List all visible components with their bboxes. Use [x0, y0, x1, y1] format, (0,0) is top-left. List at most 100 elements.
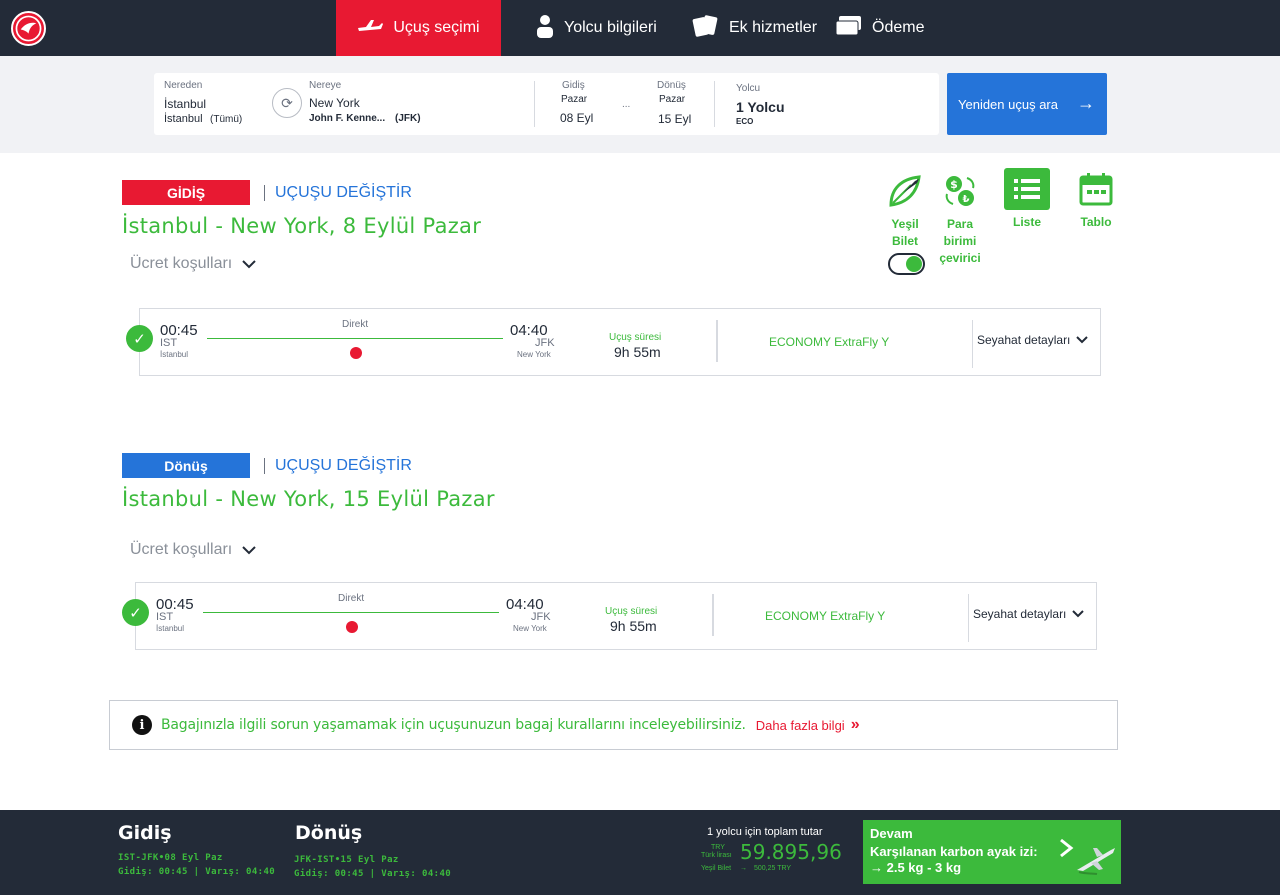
currency-converter-tool[interactable]: $ ₺ Para birimi çevirici — [936, 170, 984, 267]
top-navigation: Uçuş seçimi Yolcu bilgileri Ek hizmetler… — [0, 0, 1280, 56]
credit-card-icon — [835, 15, 862, 41]
person-icon — [536, 14, 554, 43]
arrival-city: New York — [513, 624, 547, 633]
departure-code: IST — [160, 337, 178, 349]
outbound-summary-route: IST-JFK•08 Eyl Paz — [118, 853, 223, 863]
departure-city: İstanbul — [160, 350, 189, 359]
step-passenger-info[interactable]: Yolcu bilgileri — [536, 0, 657, 56]
currency-name: Türk lirası — [701, 852, 732, 859]
duration-label: Uçuş süresi — [609, 332, 662, 343]
research-flights-button[interactable]: Yeniden uçuş ara → — [947, 73, 1107, 135]
from-city: İstanbul — [164, 97, 207, 111]
step-label: Uçuş seçimi — [393, 19, 480, 36]
fare-conditions-toggle-outbound[interactable]: Ücret koşulları — [130, 255, 256, 273]
svg-text:$: $ — [950, 178, 958, 191]
arrow-right-icon: → — [740, 865, 747, 872]
change-flight-link-return[interactable]: UÇUŞU DEĞİŞTİR — [264, 458, 412, 474]
carbon-value-row: → 2.5 kg - 3 kg — [870, 860, 962, 875]
info-icon: i — [132, 715, 152, 735]
currency-label-3: çevirici — [939, 251, 981, 265]
plane-icon — [357, 19, 384, 38]
table-view-button[interactable]: Tablo — [1072, 168, 1120, 231]
travel-details-toggle[interactable]: Seyahat detayları — [977, 333, 1089, 347]
toggle-knob — [906, 256, 922, 272]
step-extra-services[interactable]: Ek hizmetler — [691, 0, 817, 56]
plane-icon — [1077, 848, 1115, 875]
search-summary-box[interactable]: Nereden İstanbul İstanbul (Tümü) ⟳ Nerey… — [154, 73, 939, 135]
list-icon — [1004, 168, 1050, 210]
arrival-code: JFK — [535, 337, 555, 349]
list-view-button[interactable]: Liste — [1003, 168, 1051, 231]
continue-label: Devam — [870, 826, 913, 841]
total-price: 59.895,96 — [740, 840, 842, 864]
tickets-icon — [691, 14, 719, 43]
booking-summary-footer: Gidiş IST-JFK•08 Eyl Paz Gidiş: 00:45 | … — [0, 810, 1280, 895]
baggage-info-text: Bagajınızla ilgili sorun yaşamamak için … — [161, 717, 746, 733]
baggage-info-banner: i Bagajınızla ilgili sorun yaşamamak içi… — [109, 700, 1118, 750]
return-date[interactable]: 15 Eyl — [658, 112, 691, 126]
route-line — [203, 612, 499, 613]
departure-date[interactable]: 08 Eyl — [560, 111, 593, 125]
calendar-icon — [1073, 168, 1119, 210]
duration-value: 9h 55m — [614, 344, 661, 360]
list-label: Liste — [1012, 215, 1041, 229]
currency-label-2: birimi — [943, 234, 977, 248]
arrow-right-icon: → — [1077, 93, 1095, 113]
continue-button[interactable]: Devam Karşılanan karbon ayak izi: → 2.5 … — [863, 820, 1121, 884]
outbound-summary-times: Gidiş: 00:45 | Varış: 04:40 — [118, 867, 276, 877]
swap-icon: ⟳ — [281, 94, 293, 111]
green-ticket-toggle[interactable] — [888, 253, 925, 275]
step-flight-selection[interactable]: Uçuş seçimi — [336, 0, 501, 56]
chevron-down-icon — [1076, 333, 1089, 347]
currency-label-1: Para — [946, 217, 974, 231]
return-summary-route: JFK-IST•15 Eyl Paz — [294, 855, 399, 865]
travel-details-toggle[interactable]: Seyahat detayları — [973, 607, 1085, 621]
duration-value: 9h 55m — [610, 618, 657, 634]
green-ticket-label-2: Bilet — [891, 234, 918, 248]
leaf-plane-icon — [882, 170, 928, 212]
return-title: İstanbul - New York, 15 Eylül Pazar — [122, 487, 495, 511]
fare-conditions-toggle-return[interactable]: Ücret koşulları — [130, 541, 256, 559]
arrival-code: JFK — [531, 611, 551, 623]
check-icon: ✓ — [122, 599, 149, 626]
passenger-count[interactable]: 1 Yolcu — [736, 99, 785, 115]
step-label: Yolcu bilgileri — [564, 19, 657, 36]
chevron-down-icon — [1072, 607, 1085, 621]
airline-icon — [350, 347, 362, 359]
more-info-link[interactable]: Daha fazla bilgi — [756, 718, 845, 733]
step-label: Ödeme — [872, 19, 925, 36]
currency-code: TRY — [711, 844, 725, 851]
green-ticket-tool[interactable]: Yeşil Bilet — [881, 170, 929, 250]
flight-card-return[interactable]: ✓ 00:45 IST İstanbul Direkt 04:40 JFK Ne… — [122, 582, 1097, 650]
svg-text:₺: ₺ — [963, 194, 970, 205]
change-flight-link-outbound[interactable]: UÇUŞU DEĞİŞTİR — [264, 185, 412, 201]
departure-code: IST — [156, 611, 174, 623]
return-day: Pazar — [659, 94, 686, 105]
turkish-airlines-logo[interactable] — [11, 11, 46, 46]
return-badge: Dönüş — [122, 453, 250, 478]
total-price-label: 1 yolcu için toplam tutar — [707, 826, 823, 838]
stops-label: Direkt — [338, 593, 365, 604]
chevron-right-icon — [1058, 838, 1074, 864]
outbound-summary-title: Gidiş — [118, 822, 172, 844]
return-summary-times: Gidiş: 00:45 | Varış: 04:40 — [294, 869, 452, 879]
return-label: Dönüş — [657, 80, 686, 91]
swap-route-button[interactable]: ⟳ — [272, 88, 302, 118]
step-payment[interactable]: Ödeme — [835, 0, 925, 56]
check-icon: ✓ — [126, 325, 153, 352]
carbon-value: 2.5 kg - 3 kg — [886, 860, 962, 875]
chevron-down-icon — [242, 542, 256, 558]
double-chevron-right-icon[interactable]: » — [851, 716, 860, 734]
from-airport: İstanbul — [164, 113, 203, 125]
fare-class[interactable]: ECONOMY ExtraFly Y — [765, 609, 885, 623]
fare-conditions-label: Ücret koşulları — [130, 541, 233, 558]
divider — [712, 594, 714, 636]
from-label: Nereden — [164, 80, 203, 91]
fare-class[interactable]: ECONOMY ExtraFly Y — [769, 335, 889, 349]
divider — [968, 594, 969, 642]
flight-card-outbound[interactable]: ✓ 00:45 IST İstanbul Direkt 04:40 JFK Ne… — [126, 308, 1101, 376]
outbound-badge: GİDİŞ — [122, 180, 250, 205]
currency-exchange-icon: $ ₺ — [937, 170, 983, 212]
arrival-city: New York — [517, 350, 551, 359]
green-ticket-label-1: Yeşil — [891, 217, 919, 231]
